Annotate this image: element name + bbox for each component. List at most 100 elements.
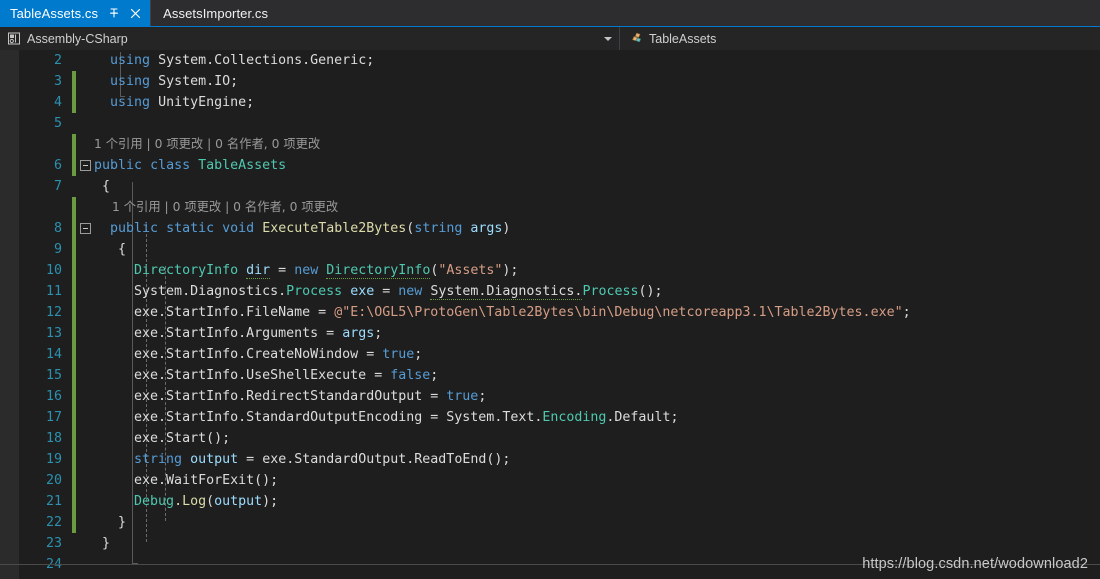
line-number: 16 — [45, 389, 62, 404]
token-keyword: new — [294, 263, 319, 278]
code-line-text: public class TableAssets — [94, 155, 1100, 176]
token-type-name: Encoding — [542, 410, 607, 425]
close-icon[interactable] — [129, 7, 142, 20]
line-number: 6 — [53, 158, 62, 173]
change-bar — [72, 176, 76, 197]
token-keyword: public — [94, 158, 143, 173]
token-parens: () — [638, 284, 655, 299]
visual-studio-window: TableAssets.cs AssetsImporter.cs Assembl… — [0, 0, 1100, 579]
code-line-text: using System.Collections.Generic; — [94, 50, 1100, 71]
code-line[interactable]: 17 exe.StartInfo.StandardOutputEncoding … — [19, 407, 1100, 428]
code-line[interactable]: 23 } — [19, 533, 1100, 554]
token-type-name: Process — [582, 284, 639, 299]
token-namespace: System.IO — [158, 74, 231, 89]
code-line-text: Debug.Log(output); — [94, 491, 1100, 512]
member-dropdown[interactable]: TableAssets — [620, 27, 1100, 50]
token-keyword: true — [446, 389, 479, 404]
token-parens: () — [206, 431, 223, 446]
code-line[interactable]: 20 exe.WaitForExit(); — [19, 470, 1100, 491]
line-number: 2 — [53, 53, 62, 68]
token-equals: = — [246, 452, 255, 467]
code-editor[interactable]: 2 using System.Collections.Generic; 3 us… — [0, 50, 1100, 579]
token-semicolon: ; — [430, 368, 439, 383]
token-semicolon: ; — [510, 263, 519, 278]
token-close-brace: } — [118, 515, 127, 530]
code-line[interactable]: 22 } — [19, 512, 1100, 533]
line-number: 15 — [45, 368, 62, 383]
code-line[interactable]: 11 System.Diagnostics.Process exe = new … — [19, 281, 1100, 302]
pin-icon[interactable] — [107, 7, 120, 20]
project-dropdown[interactable]: Assembly-CSharp — [0, 27, 620, 50]
token-namespace: UnityEngine — [158, 95, 247, 110]
code-line-text: exe.Start(); — [94, 428, 1100, 449]
code-line[interactable]: 4 using UnityEngine; — [19, 92, 1100, 113]
line-number: 9 — [53, 242, 62, 257]
tab-assets-importer[interactable]: AssetsImporter.cs — [150, 0, 277, 26]
code-line-text: using System.IO; — [94, 71, 1100, 92]
code-line[interactable]: 21 Debug.Log(output); — [19, 491, 1100, 512]
token-open-paren: ( — [206, 494, 215, 509]
code-line-text: } — [94, 512, 1100, 533]
collapse-outline-toggle[interactable] — [79, 160, 91, 171]
token-keyword: using — [110, 53, 151, 68]
code-line[interactable]: 8 public static void ExecuteTable2Bytes(… — [19, 218, 1100, 239]
token-namespace: System.Diagnostics. — [134, 284, 287, 299]
collapse-outline-toggle[interactable] — [79, 223, 91, 234]
code-line-text: { — [94, 239, 1100, 260]
code-line[interactable]: 6 public class TableAssets — [19, 155, 1100, 176]
line-number: 22 — [45, 515, 62, 530]
class-icon — [628, 31, 644, 47]
token-equals: = — [318, 305, 327, 320]
token-keyword: string — [414, 221, 463, 236]
code-line[interactable]: 13 exe.StartInfo.Arguments = args; — [19, 323, 1100, 344]
glyph-margin[interactable] — [76, 160, 94, 171]
token-type-name: TableAssets — [198, 158, 287, 173]
token-namespace: System.Text. — [446, 410, 543, 425]
code-line[interactable]: 5 — [19, 113, 1100, 134]
token-keyword: using — [110, 95, 151, 110]
code-line[interactable]: 3 using System.IO; — [19, 71, 1100, 92]
token-local-variable: output — [190, 452, 239, 467]
line-number: 4 — [53, 95, 62, 110]
line-number: 21 — [45, 494, 62, 509]
codelens-row[interactable]: 1 个引用 | 0 项更改 | 0 名作者, 0 项更改 — [19, 197, 1100, 218]
code-line[interactable]: 2 using System.Collections.Generic; — [19, 50, 1100, 71]
code-line[interactable]: 16 exe.StartInfo.RedirectStandardOutput … — [19, 386, 1100, 407]
token-keyword: class — [150, 158, 191, 173]
code-line[interactable]: 18 exe.Start(); — [19, 428, 1100, 449]
token-namespace: System.Diagnostics. — [430, 284, 583, 300]
token-member-access: exe.StartInfo.RedirectStandardOutput — [134, 389, 423, 404]
line-number: 13 — [45, 326, 62, 341]
token-string-literal: "Assets" — [438, 263, 503, 278]
change-bar — [72, 323, 76, 344]
token-type-name: DirectoryInfo — [326, 263, 431, 279]
code-line-text: exe.StartInfo.FileName = @"E:\OGL5\Proto… — [94, 302, 1100, 323]
code-line[interactable]: 19 string output = exe.StandardOutput.Re… — [19, 449, 1100, 470]
code-line[interactable]: 15 exe.StartInfo.UseShellExecute = false… — [19, 365, 1100, 386]
token-semicolon: ; — [374, 326, 383, 341]
code-line[interactable]: 7 { — [19, 176, 1100, 197]
token-namespace: System.Collections.Generic — [158, 53, 367, 68]
codelens-row[interactable]: 1 个引用 | 0 项更改 | 0 名作者, 0 项更改 — [19, 134, 1100, 155]
token-semicolon: ; — [246, 95, 255, 110]
code-surface[interactable]: 2 using System.Collections.Generic; 3 us… — [19, 50, 1100, 579]
token-equals: = — [366, 347, 375, 362]
tab-strip-filler — [276, 0, 1100, 26]
code-line[interactable]: 10 DirectoryInfo dir = new DirectoryInfo… — [19, 260, 1100, 281]
code-line[interactable]: 12 exe.StartInfo.FileName = @"E:\OGL5\Pr… — [19, 302, 1100, 323]
token-type-name: DirectoryInfo — [134, 263, 239, 278]
tab-table-assets[interactable]: TableAssets.cs — [0, 0, 151, 26]
code-line-text: exe.StartInfo.Arguments = args; — [94, 323, 1100, 344]
token-keyword: void — [222, 221, 255, 236]
editor-tab-strip: TableAssets.cs AssetsImporter.cs — [0, 0, 1100, 26]
chevron-down-icon[interactable] — [604, 36, 612, 41]
code-line[interactable]: 9 { — [19, 239, 1100, 260]
codelens-method-references[interactable]: 1 个引用 | 0 项更改 | 0 名作者, 0 项更改 — [94, 197, 1100, 218]
glyph-margin[interactable] — [76, 223, 94, 234]
code-line[interactable]: 14 exe.StartInfo.CreateNoWindow = true; — [19, 344, 1100, 365]
change-bar — [72, 512, 76, 533]
change-bar — [72, 113, 76, 134]
codelens-class-references[interactable]: 1 个引用 | 0 项更改 | 0 名作者, 0 项更改 — [94, 134, 1100, 155]
token-semicolon: ; — [230, 74, 239, 89]
token-semicolon: ; — [478, 389, 487, 404]
